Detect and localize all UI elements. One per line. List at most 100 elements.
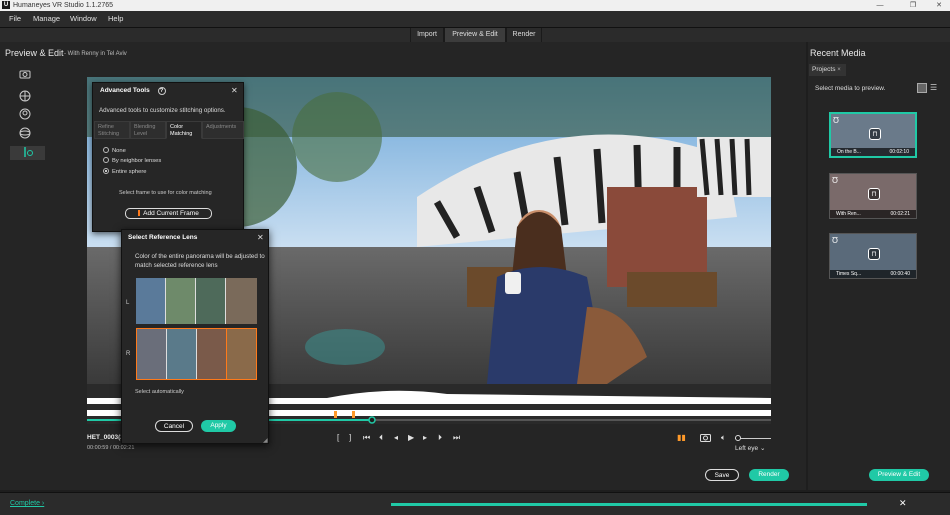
preview-edit-button[interactable]: Preview & Edit xyxy=(869,469,929,481)
media-thumb-2[interactable]: Ʊ ⊓ With Ren... 00:02:21 xyxy=(829,173,917,219)
frame-hint: Select frame to use for color matching xyxy=(119,190,212,196)
media-caption-2: With Ren... 00:02:21 xyxy=(830,210,916,218)
tab-color-matching[interactable]: Color Matching xyxy=(166,121,202,139)
menu-file[interactable]: File xyxy=(9,14,21,23)
advanced-tools-title: Advanced Tools ? xyxy=(100,87,166,95)
tab-preview-edit[interactable]: Preview & Edit xyxy=(444,28,506,42)
lens-thumb-l2[interactable] xyxy=(166,278,196,324)
apply-button[interactable]: Apply xyxy=(201,420,236,432)
advanced-tools-tabs: Refine Stitching Blending Level Color Ma… xyxy=(93,121,245,139)
lens-thumb-r3[interactable] xyxy=(197,329,227,379)
resize-grip-icon[interactable]: ◢ xyxy=(263,437,268,444)
lens-thumb-r2[interactable] xyxy=(167,329,197,379)
lens-thumb-l3[interactable] xyxy=(196,278,226,324)
stereo-badge-icon: ⊓ xyxy=(868,248,880,260)
radio-entire-sphere-indicator xyxy=(103,168,109,174)
mark-in-icon[interactable]: [ xyxy=(337,433,339,442)
frame-marker-icon[interactable]: ▮▮ xyxy=(677,433,686,442)
media-logo-icon: Ʊ xyxy=(832,176,838,185)
save-button[interactable]: Save xyxy=(705,469,739,481)
volume-knob[interactable] xyxy=(735,435,741,441)
file-name: HET_0003(2 xyxy=(87,434,124,441)
dismiss-status-icon[interactable]: ✕ xyxy=(899,498,907,509)
close-reference-lens-icon[interactable]: ✕ xyxy=(257,233,264,242)
eye-select[interactable]: Left eye ⌄ xyxy=(735,444,765,452)
main-tabs: Import Preview & Edit Render xyxy=(0,28,950,42)
app-logo-icon: U xyxy=(2,1,10,9)
lens-thumb-l1[interactable] xyxy=(136,278,166,324)
close-tab-icon[interactable]: × xyxy=(837,67,841,73)
step-forward-icon[interactable]: ▸ xyxy=(423,433,427,442)
advanced-tools-icon[interactable] xyxy=(10,146,45,160)
radio-by-neighbor-lenses[interactable]: By neighbor lenses xyxy=(103,157,161,164)
step-back-icon[interactable]: ◂ xyxy=(394,433,398,442)
media-caption-1: On the B... 00:02:10 xyxy=(831,148,915,156)
minimize-icon[interactable]: — xyxy=(870,0,890,11)
status-bar: Complete › ✕ xyxy=(0,492,950,515)
select-automatically-option[interactable]: Select automatically xyxy=(135,389,184,395)
frame-marker-icon xyxy=(138,210,141,216)
row-label-left: L xyxy=(126,300,130,306)
stereo-badge-icon: ⊓ xyxy=(869,128,881,140)
window-title: Humaneyes VR Studio 1.1.2765 xyxy=(13,2,114,9)
advanced-tools-panel: Advanced Tools ? ✕ Advanced tools to cus… xyxy=(92,82,244,232)
little-planet-icon[interactable] xyxy=(18,108,32,122)
recent-media-panel: Recent Media Projects × Select media to … xyxy=(808,42,950,490)
tab-adjustments[interactable]: Adjustments xyxy=(202,121,244,139)
prev-frame-icon[interactable]: ⏴ xyxy=(379,433,383,443)
mark-out-icon[interactable]: ] xyxy=(349,433,351,442)
menu-manage[interactable]: Manage xyxy=(33,14,60,23)
lens-thumb-l4[interactable] xyxy=(226,278,257,324)
skip-start-icon[interactable]: ⏮ xyxy=(363,433,370,443)
render-button[interactable]: Render xyxy=(749,469,789,481)
row-label-right: R xyxy=(126,351,131,357)
media-hint: Select media to preview. xyxy=(815,85,886,92)
lens-row-right[interactable] xyxy=(136,328,257,380)
maximize-icon[interactable]: ❐ xyxy=(903,0,923,11)
tab-blending-level[interactable]: Blending Level xyxy=(130,121,166,139)
snapshot-icon[interactable] xyxy=(700,433,711,444)
progress-track xyxy=(391,503,867,506)
lens-thumb-r4[interactable] xyxy=(226,329,256,379)
lens-row-left[interactable] xyxy=(136,278,257,324)
media-logo-icon: Ʊ xyxy=(833,116,839,125)
add-current-frame-button[interactable]: Add Current Frame xyxy=(125,208,212,219)
timecode: 00:00:59 / 00:02:21 xyxy=(87,445,135,451)
tab-projects[interactable]: Projects × xyxy=(809,64,846,76)
close-window-icon[interactable]: ✕ xyxy=(929,0,949,11)
radio-none[interactable]: None xyxy=(103,147,126,154)
horizon-icon[interactable] xyxy=(18,90,32,104)
play-icon[interactable]: ▶ xyxy=(408,433,414,442)
tab-refine-stitching[interactable]: Refine Stitching xyxy=(94,121,130,139)
menu-window[interactable]: Window xyxy=(70,14,97,23)
window-title-bar: U Humaneyes VR Studio 1.1.2765 — ❐ ✕ xyxy=(0,0,950,11)
panorama-view-icon[interactable] xyxy=(18,68,32,82)
page-title: Preview & Edit xyxy=(5,48,64,58)
close-advanced-tools-icon[interactable]: ✕ xyxy=(231,86,238,95)
project-subtitle: - With Renny in Tel Aviv xyxy=(64,51,127,57)
radio-none-indicator xyxy=(103,147,109,153)
skip-end-icon[interactable]: ⏭ xyxy=(453,433,460,443)
tab-render[interactable]: Render xyxy=(506,28,542,42)
sphere-icon[interactable] xyxy=(18,127,32,141)
tab-import[interactable]: Import xyxy=(410,28,444,42)
media-caption-3: Times Sq... 00:00:40 xyxy=(830,270,916,278)
status-link[interactable]: Complete › xyxy=(10,500,44,507)
progress-fill xyxy=(391,503,867,506)
help-icon[interactable]: ? xyxy=(157,87,166,95)
advanced-tools-description: Advanced tools to customize stitching op… xyxy=(99,107,226,114)
stereo-badge-icon: ⊓ xyxy=(868,188,880,200)
next-frame-icon[interactable]: ⏵ xyxy=(438,433,442,443)
reference-lens-title: Select Reference Lens xyxy=(128,234,198,241)
media-logo-icon: Ʊ xyxy=(832,236,838,245)
radio-entire-sphere[interactable]: Entire sphere xyxy=(103,168,146,175)
media-thumb-3[interactable]: Ʊ ⊓ Times Sq... 00:00:40 xyxy=(829,233,917,279)
lens-thumb-r1[interactable] xyxy=(137,329,167,379)
grid-view-icon[interactable] xyxy=(917,83,927,93)
list-view-icon[interactable]: ☰ xyxy=(930,83,940,93)
radio-neighbor-indicator xyxy=(103,157,109,163)
cancel-button[interactable]: Cancel xyxy=(155,420,193,432)
volume-icon[interactable]: 🔈︎ xyxy=(721,433,726,443)
media-thumb-1[interactable]: Ʊ ⊓ On the B... 00:02:10 xyxy=(829,112,917,158)
menu-help[interactable]: Help xyxy=(108,14,123,23)
